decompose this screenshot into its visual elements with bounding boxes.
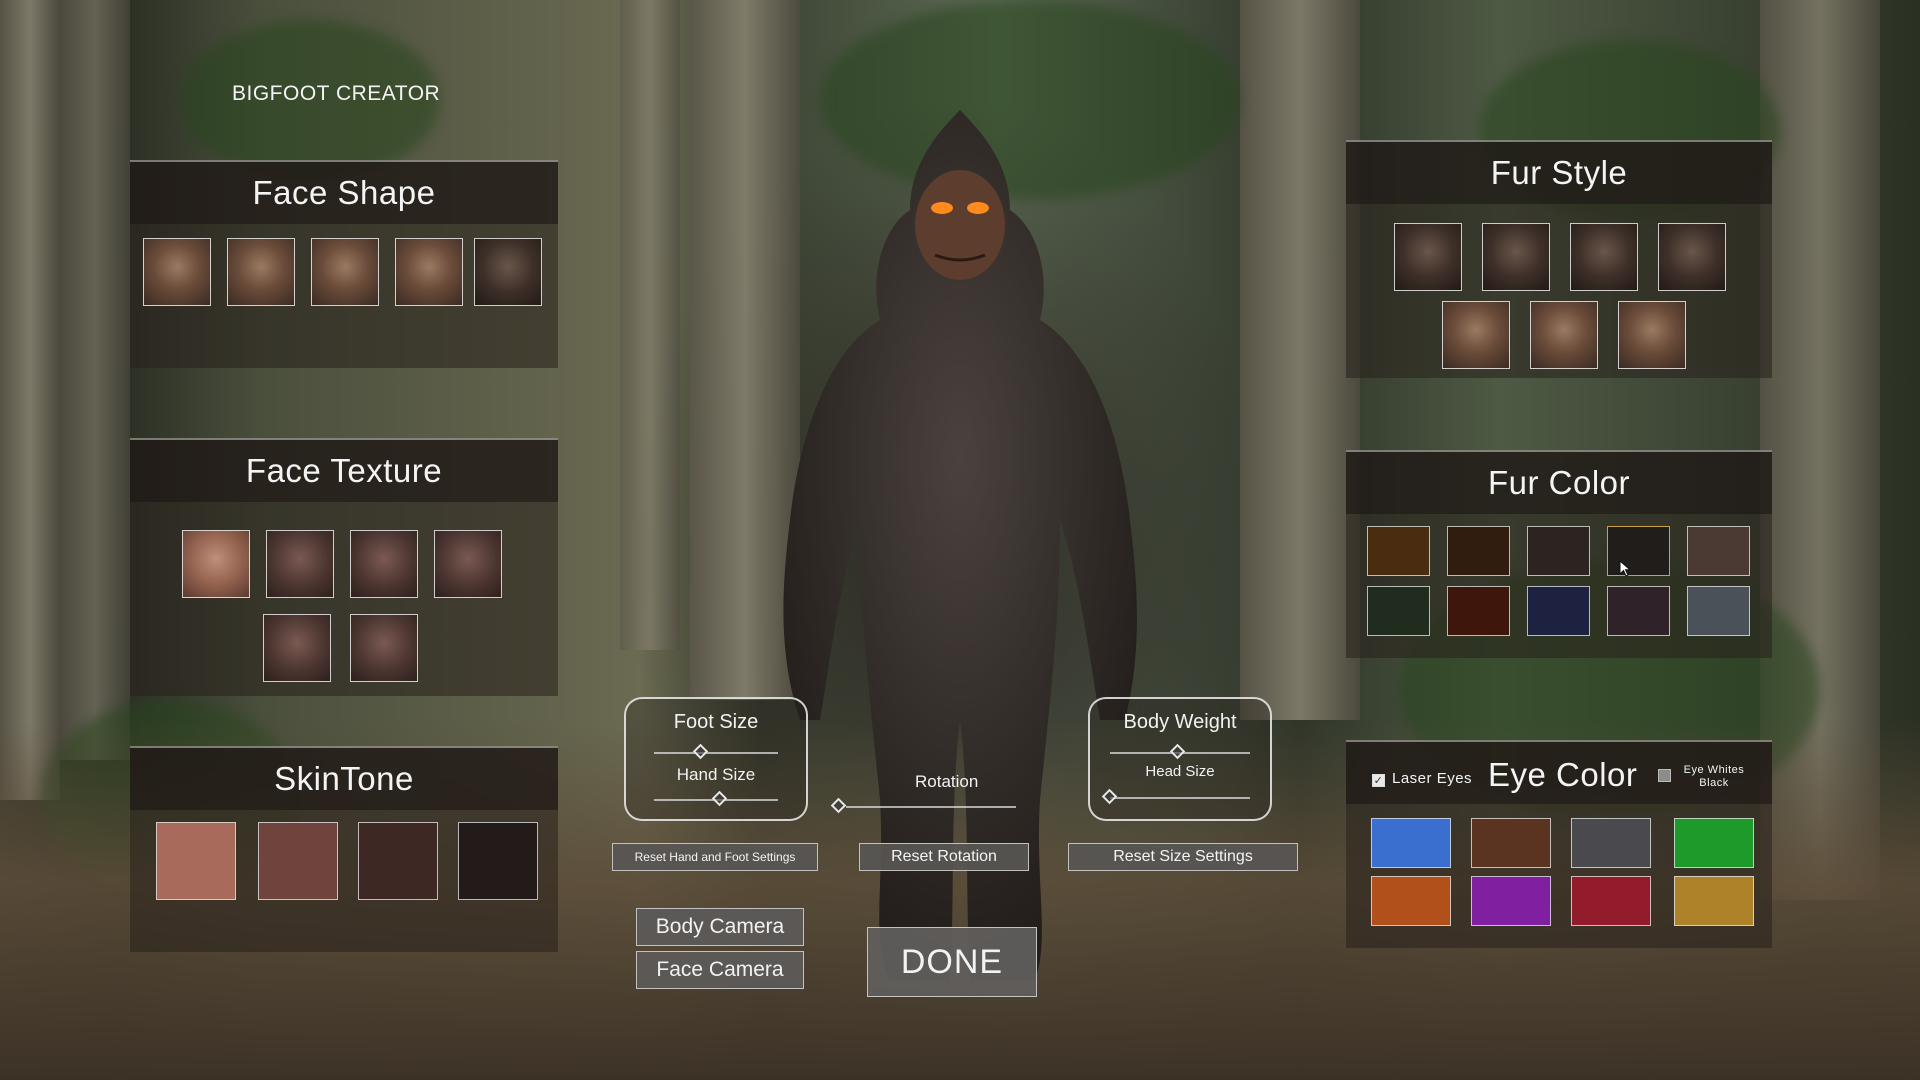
eye-color-swatch-7[interactable]: [1571, 876, 1651, 926]
skin-tone-swatch-4[interactable]: [458, 822, 538, 900]
fur-color-swatch-8[interactable]: [1527, 586, 1590, 636]
eye-whites-black-label: Eye Whites Black: [1683, 764, 1745, 789]
fur-color-swatch-7[interactable]: [1447, 586, 1510, 636]
fur-color-swatch-10[interactable]: [1687, 586, 1750, 636]
reset-size-button[interactable]: Reset Size Settings: [1068, 843, 1298, 871]
fur-color-swatch-6[interactable]: [1367, 586, 1430, 636]
hand-size-label: Hand Size: [676, 765, 756, 784]
skin-tone-swatch-1[interactable]: [156, 822, 236, 900]
fur-style-option-1[interactable]: [1394, 223, 1462, 291]
face-texture-title: Face Texture: [130, 440, 558, 502]
fur-color-swatch-4[interactable]: [1607, 526, 1670, 576]
hand-size-slider-handle[interactable]: [711, 790, 728, 807]
eye-color-title: Eye Color: [1488, 756, 1638, 793]
foot-size-slider-handle[interactable]: [692, 743, 709, 760]
face-shape-option-5[interactable]: [474, 238, 542, 306]
skin-tone-swatch-2[interactable]: [258, 822, 338, 900]
head-size-slider-handle[interactable]: [1101, 788, 1118, 805]
face-texture-option-1[interactable]: [182, 530, 250, 598]
eye-color-swatch-2[interactable]: [1471, 818, 1551, 868]
eye-color-swatch-3[interactable]: [1571, 818, 1651, 868]
face-camera-button[interactable]: Face Camera: [636, 951, 804, 989]
face-shape-option-3[interactable]: [311, 238, 379, 306]
eye-color-panel: ✓ Laser Eyes Eye Color Eye Whites Black: [1346, 740, 1772, 948]
fur-color-swatch-5[interactable]: [1687, 526, 1750, 576]
fur-style-title: Fur Style: [1346, 142, 1772, 204]
fur-style-panel: Fur Style: [1346, 140, 1772, 378]
fur-style-option-7[interactable]: [1618, 301, 1686, 369]
foot-size-label: Foot Size: [673, 711, 759, 733]
fur-color-swatch-2[interactable]: [1447, 526, 1510, 576]
laser-eyes-checkbox[interactable]: ✓: [1372, 774, 1385, 787]
skin-tone-title: SkinTone: [130, 748, 558, 810]
foot-size-slider-track[interactable]: [654, 752, 778, 754]
head-size-label: Head Size: [1145, 763, 1215, 780]
eye-whites-black-checkbox[interactable]: [1658, 769, 1671, 782]
fur-style-option-5[interactable]: [1442, 301, 1510, 369]
checkmark-icon: ✓: [1373, 775, 1384, 787]
rotation-label: Rotation: [915, 772, 979, 791]
limb-size-slider-box: Foot Size Hand Size: [624, 697, 808, 821]
body-weight-slider-handle[interactable]: [1169, 743, 1186, 760]
eye-color-swatch-1[interactable]: [1371, 818, 1451, 868]
face-shape-option-1[interactable]: [143, 238, 211, 306]
reset-rotation-button[interactable]: Reset Rotation: [859, 843, 1029, 871]
eye-color-swatch-5[interactable]: [1371, 876, 1451, 926]
eye-color-swatch-8[interactable]: [1674, 876, 1754, 926]
skin-tone-panel: SkinTone: [130, 746, 558, 952]
fur-color-swatch-1[interactable]: [1367, 526, 1430, 576]
laser-eyes-label: Laser Eyes: [1392, 770, 1473, 787]
face-shape-panel: Face Shape: [130, 160, 558, 368]
rotation-slider-track[interactable]: [846, 806, 1016, 808]
fur-color-panel: Fur Color: [1346, 450, 1772, 658]
face-shape-option-4[interactable]: [395, 238, 463, 306]
body-weight-label: Body Weight: [1123, 711, 1237, 733]
body-camera-button[interactable]: Body Camera: [636, 908, 804, 946]
face-texture-option-2[interactable]: [266, 530, 334, 598]
face-shape-title: Face Shape: [130, 162, 558, 224]
fur-color-swatch-9[interactable]: [1607, 586, 1670, 636]
face-texture-option-5[interactable]: [263, 614, 331, 682]
fur-color-title: Fur Color: [1346, 452, 1772, 514]
fur-style-option-6[interactable]: [1530, 301, 1598, 369]
face-shape-option-2[interactable]: [227, 238, 295, 306]
reset-hand-foot-button[interactable]: Reset Hand and Foot Settings: [612, 843, 818, 871]
face-texture-option-6[interactable]: [350, 614, 418, 682]
fur-style-option-2[interactable]: [1482, 223, 1550, 291]
body-size-slider-box: Body Weight Head Size: [1088, 697, 1272, 821]
eye-color-swatch-6[interactable]: [1471, 876, 1551, 926]
face-texture-option-4[interactable]: [434, 530, 502, 598]
face-texture-panel: Face Texture: [130, 438, 558, 696]
skin-tone-swatch-3[interactable]: [358, 822, 438, 900]
eye-color-title-bar: ✓ Laser Eyes Eye Color Eye Whites Black: [1346, 742, 1772, 804]
fur-style-option-3[interactable]: [1570, 223, 1638, 291]
face-texture-option-3[interactable]: [350, 530, 418, 598]
done-button[interactable]: DONE: [867, 927, 1037, 997]
fur-style-option-4[interactable]: [1658, 223, 1726, 291]
eye-color-swatch-4[interactable]: [1674, 818, 1754, 868]
head-size-slider-track[interactable]: [1110, 797, 1250, 799]
app-title: BIGFOOT CREATOR: [232, 82, 441, 105]
mouse-cursor-icon: [1619, 560, 1631, 577]
fur-color-swatch-3[interactable]: [1527, 526, 1590, 576]
